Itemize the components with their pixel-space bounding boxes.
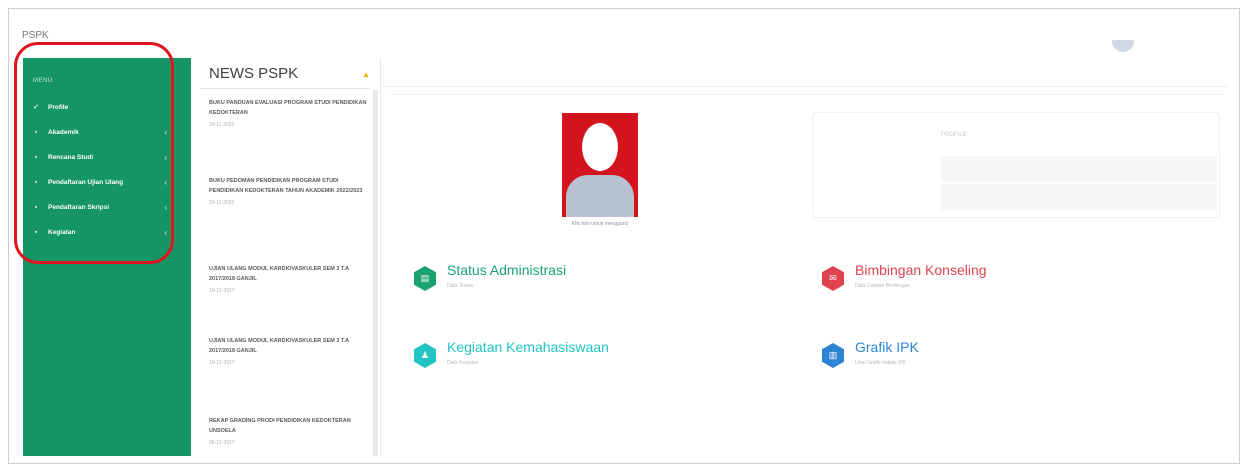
news-title: NEWS PSPK: [209, 65, 299, 82]
tile-title: Status Administrasi: [447, 262, 567, 278]
news-item-date: 10-12-2017: [209, 360, 235, 366]
app-brand: PSPK: [22, 30, 49, 41]
tile-subtitle: Data Status: [447, 283, 474, 289]
tile-title: Kegiatan Kemahasiswaan: [447, 339, 609, 355]
news-item-title: UJIAN ULANG MODUL KARDIOVASKULER SEM 3 T…: [209, 266, 349, 282]
news-item-title: UJIAN ULANG MODUL KARDIOVASKULER SEM 3 T…: [209, 338, 349, 354]
profile-photo[interactable]: [562, 113, 638, 217]
news-item-date: 10-12-2017: [209, 288, 235, 294]
tile-title: Grafik IPK: [855, 339, 919, 355]
news-scrollbar[interactable]: [373, 90, 378, 456]
collapse-icon[interactable]: ▲: [362, 70, 370, 79]
news-item-title: REKAP GRADING PRODI PENDIDIKAN KEDOKTERA…: [209, 418, 351, 434]
photo-body: [566, 175, 634, 217]
news-item-date: 05-12-2017: [209, 440, 235, 446]
header-divider: [382, 86, 1227, 87]
profile-info-row: [941, 156, 1217, 182]
face-redaction: [582, 123, 618, 171]
news-item-title: BUKU PEDOMAN PENDIDIKAN PROGRAM STUDI PE…: [209, 178, 363, 194]
news-item[interactable]: UJIAN ULANG MODUL KARDIOVASKULER SEM 3 T…: [209, 264, 367, 294]
news-panel: NEWS PSPK ▲ BUKU PANDUAN EVALUASI PROGRA…: [192, 58, 381, 456]
profile-info-title: PROFILE: [941, 132, 967, 138]
tile-subtitle: Lihat Grafik Indeks IPK: [855, 360, 907, 366]
news-item[interactable]: UJIAN ULANG MODUL KARDIOVASKULER SEM 3 T…: [209, 336, 367, 366]
news-item-date: 15-11-2022: [209, 200, 235, 206]
news-item-date: 15-11-2022: [209, 122, 235, 128]
tile-title: Bimbingan Konseling: [855, 262, 987, 278]
news-item[interactable]: BUKU PEDOMAN PENDIDIKAN PROGRAM STUDI PE…: [209, 176, 367, 206]
news-item[interactable]: REKAP GRADING PRODI PENDIDIKAN KEDOKTERA…: [209, 416, 367, 446]
divider: [200, 88, 370, 89]
menu-highlight-annotation: [14, 42, 174, 264]
news-item[interactable]: BUKU PANDUAN EVALUASI PROGRAM STUDI PEND…: [209, 98, 367, 128]
profile-info-card: PROFILE: [812, 112, 1220, 218]
tile-subtitle: Data Kegiatan: [447, 360, 479, 366]
news-item-title: BUKU PANDUAN EVALUASI PROGRAM STUDI PEND…: [209, 100, 367, 116]
profile-info-row: [941, 184, 1217, 210]
photo-caption: Klik foto untuk mengganti: [571, 221, 629, 227]
tile-subtitle: Data Catatan Bimbingan: [855, 283, 910, 289]
